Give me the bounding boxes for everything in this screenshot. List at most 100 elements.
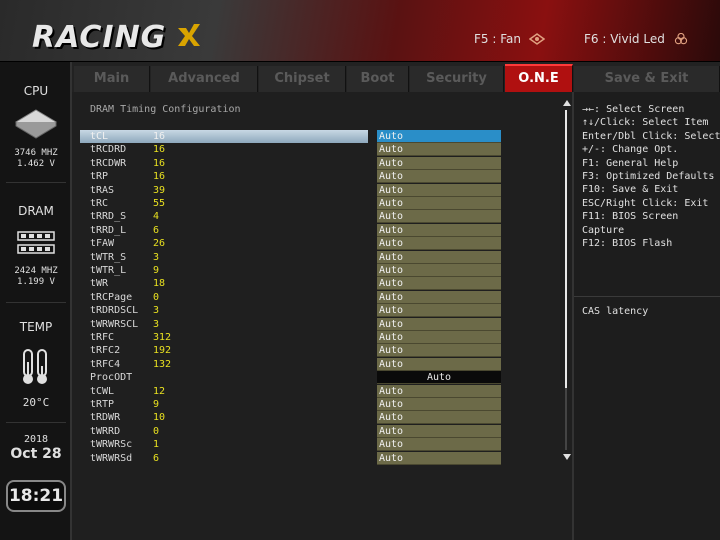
timing-option-dropdown[interactable]: Auto	[377, 156, 501, 170]
timing-name: tWRWRSd	[90, 452, 133, 464]
timing-row-trcdwr[interactable]: tRCDWR 16	[80, 157, 368, 170]
timing-current-value: 39	[153, 184, 166, 196]
vivid-led-hotkey[interactable]: F6 : Vivid Led	[584, 32, 689, 46]
help-panel: →←: Select Screen ↑↓/Click: Select Item En…	[572, 92, 720, 540]
timing-row-trp[interactable]: tRP 16	[80, 170, 368, 183]
help-divider	[574, 296, 720, 297]
timing-option-dropdown[interactable]: Auto	[377, 371, 501, 385]
timing-current-value: 312	[153, 332, 172, 343]
timing-option-dropdown[interactable]: Auto	[377, 210, 501, 224]
timing-name: tCWL	[90, 385, 115, 397]
timing-row-trtp[interactable]: tRTP 9	[80, 398, 368, 411]
timing-row-twrwrscl[interactable]: tWRWRSCL 3	[80, 318, 368, 331]
timing-row-trcpage[interactable]: tRCPage 0	[80, 291, 368, 304]
timing-option-dropdown[interactable]: Auto	[377, 250, 501, 264]
scroll-up-arrow-icon[interactable]	[563, 100, 571, 106]
timing-row-twrrd[interactable]: tWRRD 0	[80, 425, 368, 438]
clock-display: 18:21	[6, 480, 66, 512]
timing-row-trc[interactable]: tRC 55	[80, 197, 368, 210]
timing-row-tcwl[interactable]: tCWL 12	[80, 385, 368, 398]
timing-row-twrwrsd[interactable]: tWRWRSd 6	[80, 452, 368, 465]
fan-hotkey[interactable]: F5 : Fan	[474, 32, 545, 46]
section-title: DRAM Timing Configuration	[90, 104, 241, 115]
timing-current-value: 0	[153, 291, 160, 303]
scroll-track[interactable]	[565, 388, 567, 450]
timing-option-dropdown[interactable]: Auto	[377, 384, 501, 398]
help-line: F11: BIOS Screen	[582, 211, 679, 223]
date-day: Oct 28	[10, 446, 62, 462]
timing-option-dropdown[interactable]: Auto	[377, 264, 501, 277]
scroll-thumb[interactable]	[565, 110, 567, 388]
help-line: ↑↓/Click: Select Item	[582, 117, 709, 129]
main-panel: DRAM Timing Configuration tCL 16 Auto tRCDR…	[72, 92, 572, 540]
date-year: 2018	[23, 434, 49, 445]
timing-option-dropdown[interactable]: Auto	[377, 331, 501, 344]
timing-row-trfc[interactable]: tRFC 312	[80, 331, 368, 344]
timing-current-value: 18	[153, 278, 166, 290]
timing-option-dropdown[interactable]: Auto	[377, 237, 501, 251]
timing-row-trrd_l[interactable]: tRRD_L 6	[80, 224, 368, 237]
timing-row-trdwr[interactable]: tRDWR 10	[80, 411, 368, 424]
timing-option-dropdown[interactable]: Auto	[377, 424, 501, 438]
timing-row-trfc2[interactable]: tRFC2 192	[80, 344, 368, 357]
tab-main[interactable]: Main	[74, 66, 150, 92]
timing-current-value: 192	[153, 345, 172, 357]
timing-option-dropdown[interactable]: Auto	[377, 344, 501, 358]
tab-chipset[interactable]: Chipset	[259, 66, 346, 92]
fan-icon	[528, 33, 545, 45]
timing-row-tfaw[interactable]: tFAW 26	[80, 237, 368, 250]
help-line: F10: Save & Exit	[582, 184, 679, 196]
timing-row-twrwrsc[interactable]: tWRWRSc 1	[80, 438, 368, 451]
help-line: F1: General Help	[582, 157, 679, 169]
vivid-led-hotkey-label: F6 : Vivid Led	[584, 32, 665, 46]
tab-security[interactable]: Security	[410, 66, 504, 92]
timing-row-tras[interactable]: tRAS 39	[80, 184, 368, 197]
timing-name: tRRD_S	[90, 211, 127, 223]
timing-row-tcl[interactable]: tCL 16	[80, 130, 368, 143]
timing-option-dropdown[interactable]: Auto	[377, 290, 501, 304]
scroll-down-arrow-icon[interactable]	[563, 454, 571, 460]
timing-name: ProcODT	[90, 372, 133, 384]
timing-row-trcdrd[interactable]: tRCDRD 16	[80, 143, 368, 156]
timing-option-dropdown[interactable]: Auto	[377, 357, 501, 371]
timing-current-value: 132	[153, 358, 172, 370]
header-bar: RACING F5 : Fan F6 : Vivid Led	[0, 0, 720, 62]
timing-row-twtr_s[interactable]: tWTR_S 3	[80, 251, 368, 264]
timing-option-dropdown[interactable]: Auto	[377, 183, 501, 197]
timing-option-dropdown[interactable]: Auto	[377, 304, 501, 318]
timing-row-trfc4[interactable]: tRFC4 132	[80, 358, 368, 371]
timing-current-value: 9	[153, 399, 160, 410]
timing-option-dropdown[interactable]: Auto	[377, 411, 501, 425]
timing-row-twtr_l[interactable]: tWTR_L 9	[80, 264, 368, 277]
timing-option-dropdown[interactable]: Auto	[377, 130, 501, 143]
timing-option-dropdown[interactable]: Auto	[377, 223, 501, 237]
cpu-chip-icon	[15, 109, 57, 139]
timing-option-dropdown[interactable]: Auto	[377, 170, 501, 184]
timing-current-value: 1	[153, 439, 160, 451]
timing-row-procodt[interactable]: ProcODT	[80, 371, 368, 384]
help-line: Enter/Dbl Click: Select	[582, 130, 720, 142]
tab-advanced[interactable]: Advanced	[151, 66, 258, 92]
cpu-voltage: 1.462 V	[17, 159, 55, 169]
timing-name: tRFC2	[90, 345, 121, 357]
timing-option-dropdown[interactable]: Auto	[377, 438, 501, 452]
timing-option-dropdown[interactable]: Auto	[377, 143, 501, 157]
timing-current-value: 10	[153, 412, 166, 424]
timing-row-trrd_s[interactable]: tRRD_S 4	[80, 210, 368, 223]
tab-one[interactable]: O.N.E	[505, 64, 573, 92]
timing-name: tWRWRSc	[90, 439, 133, 451]
timing-current-value: 16	[153, 157, 166, 169]
timing-row-trdrdscl[interactable]: tRDRDSCL 3	[80, 304, 368, 317]
timing-option-dropdown[interactable]: Auto	[377, 398, 501, 411]
timing-option-dropdown[interactable]: Auto	[377, 277, 501, 291]
timing-current-value: 3	[153, 251, 160, 263]
timing-name: tRCPage	[90, 291, 133, 303]
timing-option-dropdown[interactable]: Auto	[377, 317, 501, 331]
timing-option-dropdown[interactable]: Auto	[377, 451, 501, 465]
timing-option-dropdown[interactable]: Auto	[377, 197, 501, 210]
timing-current-value: 6	[153, 224, 160, 236]
timing-row-twr[interactable]: tWR 18	[80, 277, 368, 290]
tab-save-exit[interactable]: Save & Exit	[574, 66, 720, 92]
scrollbar[interactable]	[562, 100, 571, 464]
tab-boot[interactable]: Boot	[347, 66, 409, 92]
